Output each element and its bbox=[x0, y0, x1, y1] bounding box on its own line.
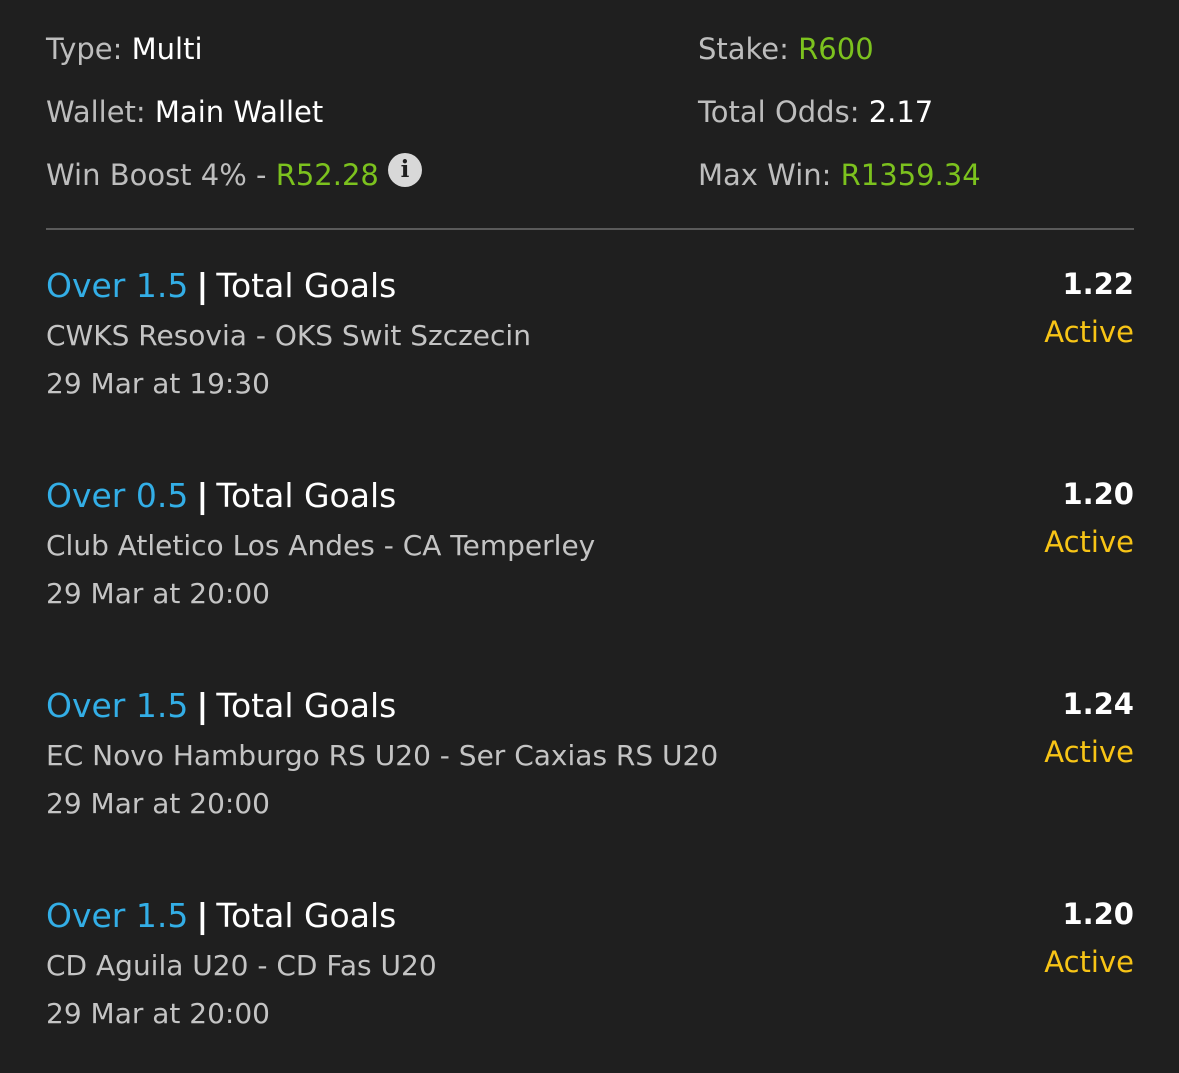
leg-market: Total Goals bbox=[216, 896, 397, 935]
bet-leg[interactable]: Over 1.5 | Total Goals EC Novo Hamburgo RS… bbox=[46, 684, 1134, 844]
info-icon[interactable]: i bbox=[388, 153, 422, 187]
leg-date: 29 Mar at 20:00 bbox=[46, 787, 270, 820]
leg-odds: 1.20 bbox=[1062, 897, 1134, 931]
leg-title: Over 1.5 | Total Goals bbox=[46, 264, 396, 308]
leg-separator: | bbox=[196, 896, 209, 935]
wallet: Wallet: Main Wallet bbox=[46, 92, 323, 132]
bet-type: Type: Multi bbox=[46, 29, 203, 69]
leg-status: Active bbox=[1044, 525, 1134, 559]
total-odds: Total Odds: 2.17 bbox=[698, 92, 933, 132]
leg-market: Total Goals bbox=[216, 686, 397, 725]
win-boost-value: R52.28 bbox=[275, 158, 379, 192]
leg-date: 29 Mar at 20:00 bbox=[46, 577, 270, 610]
leg-odds: 1.24 bbox=[1062, 687, 1134, 721]
max-win-value: R1359.34 bbox=[840, 158, 981, 192]
stake: Stake: R600 bbox=[698, 29, 874, 69]
total-odds-value: 2.17 bbox=[868, 95, 934, 129]
bet-summary: Type: Multi Wallet: Main Wallet Win Boos… bbox=[46, 0, 1134, 229]
max-win-label: Max Win: bbox=[698, 158, 832, 192]
bet-type-label: Type: bbox=[46, 32, 123, 66]
stake-value: R600 bbox=[798, 32, 874, 66]
leg-title: Over 0.5 | Total Goals bbox=[46, 474, 396, 518]
leg-market: Total Goals bbox=[216, 476, 397, 515]
wallet-label: Wallet: bbox=[46, 95, 146, 129]
leg-title: Over 1.5 | Total Goals bbox=[46, 684, 396, 728]
bet-leg[interactable]: Over 0.5 | Total Goals Club Atletico Los A… bbox=[46, 474, 1134, 634]
bet-leg[interactable]: Over 1.5 | Total Goals CWKS Resovia - OKS … bbox=[46, 264, 1134, 424]
leg-match: EC Novo Hamburgo RS U20 - Ser Caxias RS … bbox=[46, 739, 719, 772]
leg-status: Active bbox=[1044, 945, 1134, 979]
leg-date: 29 Mar at 19:30 bbox=[46, 367, 270, 400]
leg-status: Active bbox=[1044, 315, 1134, 349]
leg-market: Total Goals bbox=[216, 266, 397, 305]
leg-date: 29 Mar at 20:00 bbox=[46, 997, 270, 1030]
leg-separator: | bbox=[196, 686, 209, 725]
leg-title: Over 1.5 | Total Goals bbox=[46, 894, 396, 938]
leg-separator: | bbox=[196, 266, 209, 305]
win-boost: Win Boost 4% - R52.28 bbox=[46, 155, 379, 195]
leg-separator: | bbox=[196, 476, 209, 515]
leg-odds: 1.22 bbox=[1062, 267, 1134, 301]
leg-selection: Over 1.5 bbox=[46, 686, 189, 725]
win-boost-label: Win Boost 4% - bbox=[46, 158, 267, 192]
max-win: Max Win: R1359.34 bbox=[698, 155, 981, 195]
divider bbox=[46, 228, 1134, 230]
leg-status: Active bbox=[1044, 735, 1134, 769]
stake-label: Stake: bbox=[698, 32, 789, 66]
total-odds-label: Total Odds: bbox=[698, 95, 860, 129]
leg-match: Club Atletico Los Andes - CA Temperley bbox=[46, 529, 596, 562]
leg-match: CWKS Resovia - OKS Swit Szczecin bbox=[46, 319, 531, 352]
leg-selection: Over 0.5 bbox=[46, 476, 189, 515]
leg-match: CD Aguila U20 - CD Fas U20 bbox=[46, 949, 437, 982]
leg-selection: Over 1.5 bbox=[46, 266, 189, 305]
wallet-value: Main Wallet bbox=[154, 95, 324, 129]
bet-leg[interactable]: Over 1.5 | Total Goals CD Aguila U20 - CD … bbox=[46, 894, 1134, 1054]
leg-selection: Over 1.5 bbox=[46, 896, 189, 935]
leg-odds: 1.20 bbox=[1062, 477, 1134, 511]
bet-type-value: Multi bbox=[131, 32, 203, 66]
